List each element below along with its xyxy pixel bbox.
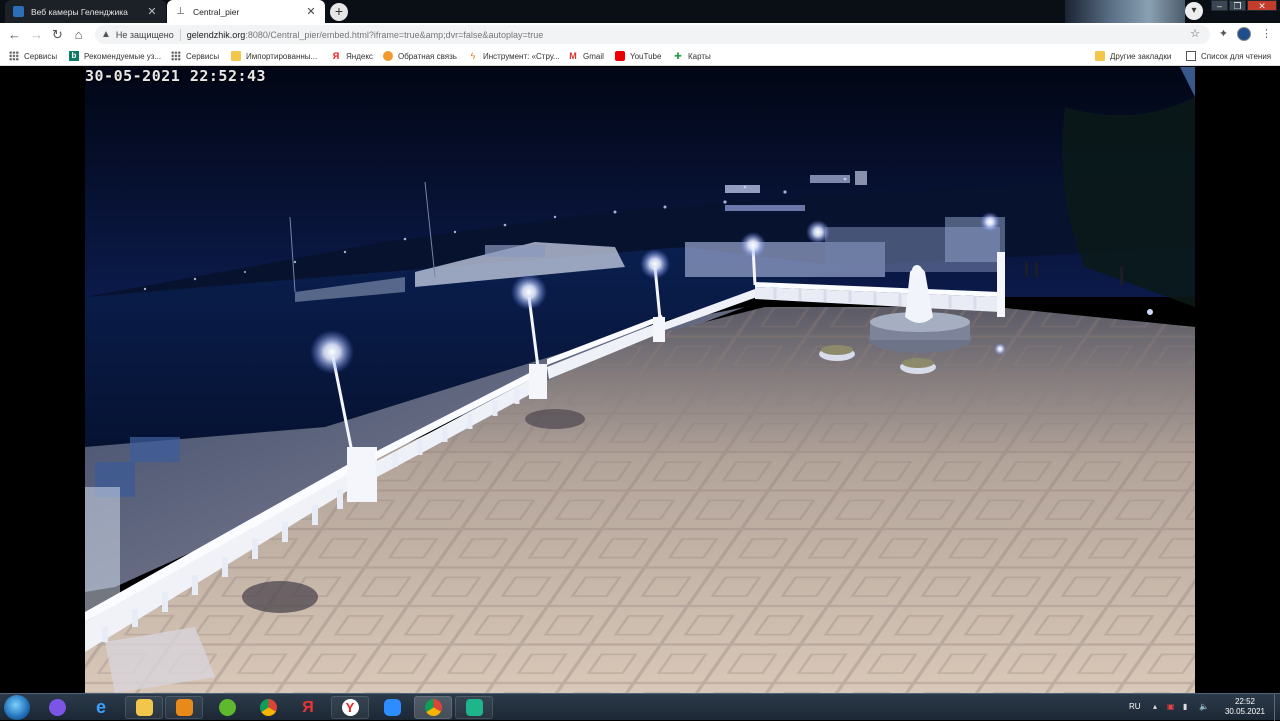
reload-icon[interactable]: ↻ xyxy=(50,27,65,42)
bookmark-label: Рекомендуемые уз... xyxy=(84,51,162,61)
language-indicator[interactable]: RU xyxy=(1129,702,1141,711)
folder-icon xyxy=(231,51,241,61)
theme-background xyxy=(1065,0,1185,23)
feedback-icon xyxy=(383,51,393,61)
other-bookmarks[interactable]: Другие закладки xyxy=(1095,50,1171,62)
bookmark-item[interactable]: M Gmail xyxy=(568,50,604,62)
reading-list-icon xyxy=(1186,51,1196,61)
utorrent-icon[interactable] xyxy=(208,696,246,719)
bookmarks-bar: Сервисы b Рекомендуемые уз... Сервисы Имп… xyxy=(0,46,1280,66)
reading-list[interactable]: Список для чтения xyxy=(1186,50,1271,62)
window-close-button[interactable]: ✕ xyxy=(1247,0,1277,11)
security-label[interactable]: Не защищено xyxy=(116,30,174,40)
clock-time: 22:52 xyxy=(1234,697,1255,706)
grid-icon xyxy=(9,51,19,61)
volume-icon[interactable]: 🔈 xyxy=(1199,702,1209,711)
close-icon[interactable]: ✕ xyxy=(305,6,317,18)
camera-timestamp: 30-05-2021 22:52:43 xyxy=(85,67,267,85)
bookmark-item[interactable]: Я Яндекс xyxy=(331,50,373,62)
youtube-icon xyxy=(615,51,625,61)
media-player-icon[interactable] xyxy=(165,696,203,719)
tab-strip: Веб камеры Геленджика ✕ ⊥ Central_pier ✕… xyxy=(0,0,1280,23)
bookmark-label: Карты xyxy=(688,51,711,61)
tab-search-icon[interactable]: ▾ xyxy=(1185,2,1203,20)
bookmark-item[interactable]: ϟ Инструмент: «Стру... xyxy=(468,50,560,62)
chrome-active-icon[interactable] xyxy=(414,696,452,719)
bookmark-item[interactable]: ✚ Карты xyxy=(673,50,711,62)
url-path: :8080/Central_pier/embed.html?iframe=tru… xyxy=(245,29,544,40)
grid-icon xyxy=(171,51,181,61)
maps-icon: ✚ xyxy=(674,51,682,61)
bookmark-label: Импортированны... xyxy=(246,51,318,61)
bookmark-label: YouTube xyxy=(630,51,662,61)
page-viewport: 30-05-2021 22:52:43 xyxy=(0,67,1280,693)
url-host: gelendzhik.org xyxy=(186,29,246,40)
menu-icon[interactable]: ⋮ xyxy=(1259,27,1274,42)
close-icon[interactable]: ✕ xyxy=(146,6,158,18)
maximize-button[interactable]: ❐ xyxy=(1229,0,1246,11)
bookmark-item[interactable]: Сервисы xyxy=(9,50,57,62)
clock[interactable]: 22:52 30.05.2021 xyxy=(1225,697,1265,717)
bing-icon: b xyxy=(69,51,79,61)
profile-avatar[interactable] xyxy=(1237,27,1251,41)
camera-scene xyxy=(85,67,1195,693)
show-desktop-button[interactable] xyxy=(1274,694,1280,721)
tab-webcams[interactable]: Веб камеры Геленджика ✕ xyxy=(5,0,166,23)
bookmark-item[interactable]: Сервисы xyxy=(171,50,219,62)
clock-date: 30.05.2021 xyxy=(1224,707,1265,716)
bookmark-label: Инструмент: «Стру... xyxy=(483,51,560,61)
bookmark-label: Обратная связь xyxy=(398,51,457,61)
network-icon[interactable]: ▮ xyxy=(1183,702,1187,711)
bookmark-label: Список для чтения xyxy=(1201,51,1272,61)
toolbar: ← → ↻ ⌂ ▲ Не защищено gelendzhik.org:808… xyxy=(0,23,1280,46)
tray-app-icon[interactable]: ▣ xyxy=(1167,702,1175,711)
tray-expand-icon[interactable]: ▴ xyxy=(1153,702,1157,711)
camera-feed[interactable]: 30-05-2021 22:52:43 xyxy=(85,67,1195,693)
taskbar: e Я Y RU ▴ ▣ ▮ 🔈 22:52 30.05.2021 xyxy=(0,693,1280,721)
bookmark-star-icon[interactable]: ☆ xyxy=(1190,27,1200,40)
minimize-button[interactable]: – xyxy=(1211,0,1228,11)
home-icon[interactable]: ⌂ xyxy=(71,27,86,42)
back-icon[interactable]: ← xyxy=(7,27,22,42)
new-tab-button[interactable]: + xyxy=(330,3,348,21)
start-button[interactable] xyxy=(4,695,30,720)
tab-title: Central_pier xyxy=(193,6,240,17)
yandex-icon[interactable]: Я xyxy=(289,696,327,719)
internet-explorer-icon[interactable]: e xyxy=(82,696,120,719)
zoom-icon[interactable] xyxy=(373,696,411,719)
bookmark-item[interactable]: Импортированны... xyxy=(231,50,317,62)
bookmark-label: Яндекс xyxy=(346,51,373,61)
folder-icon xyxy=(1095,51,1105,61)
webcam-site-icon xyxy=(13,6,24,17)
bookmark-item[interactable]: YouTube xyxy=(615,50,661,62)
alice-icon[interactable] xyxy=(38,696,76,719)
page-icon: ⊥ xyxy=(176,6,185,17)
tab-title: Веб камеры Геленджика xyxy=(31,6,128,17)
bookmark-label: Сервисы xyxy=(186,51,220,61)
yandex-browser-icon[interactable]: Y xyxy=(331,696,369,719)
address-bar[interactable]: ▲ Не защищено gelendzhik.org:8080/Centra… xyxy=(95,25,1210,44)
forward-icon[interactable]: → xyxy=(29,27,44,42)
chrome-icon[interactable] xyxy=(249,696,287,719)
file-explorer-icon[interactable] xyxy=(125,696,163,719)
tool-icon: ϟ xyxy=(470,51,476,61)
system-tray: RU ▴ ▣ ▮ 🔈 22:52 30.05.2021 xyxy=(1120,694,1280,721)
bookmark-label: Другие закладки xyxy=(1110,51,1172,61)
bookmark-label: Gmail xyxy=(583,51,604,61)
bookmark-item[interactable]: b Рекомендуемые уз... xyxy=(69,50,161,62)
app-icon[interactable] xyxy=(455,696,493,719)
gmail-icon: M xyxy=(569,51,577,61)
warning-icon: ▲ xyxy=(101,29,111,40)
tab-central-pier[interactable]: ⊥ Central_pier ✕ xyxy=(167,0,325,23)
yandex-icon: Я xyxy=(332,51,340,61)
divider xyxy=(179,28,181,41)
bookmark-item[interactable]: Обратная связь xyxy=(383,50,457,62)
bookmark-label: Сервисы xyxy=(24,51,58,61)
extensions-icon[interactable]: ✦ xyxy=(1216,27,1231,42)
